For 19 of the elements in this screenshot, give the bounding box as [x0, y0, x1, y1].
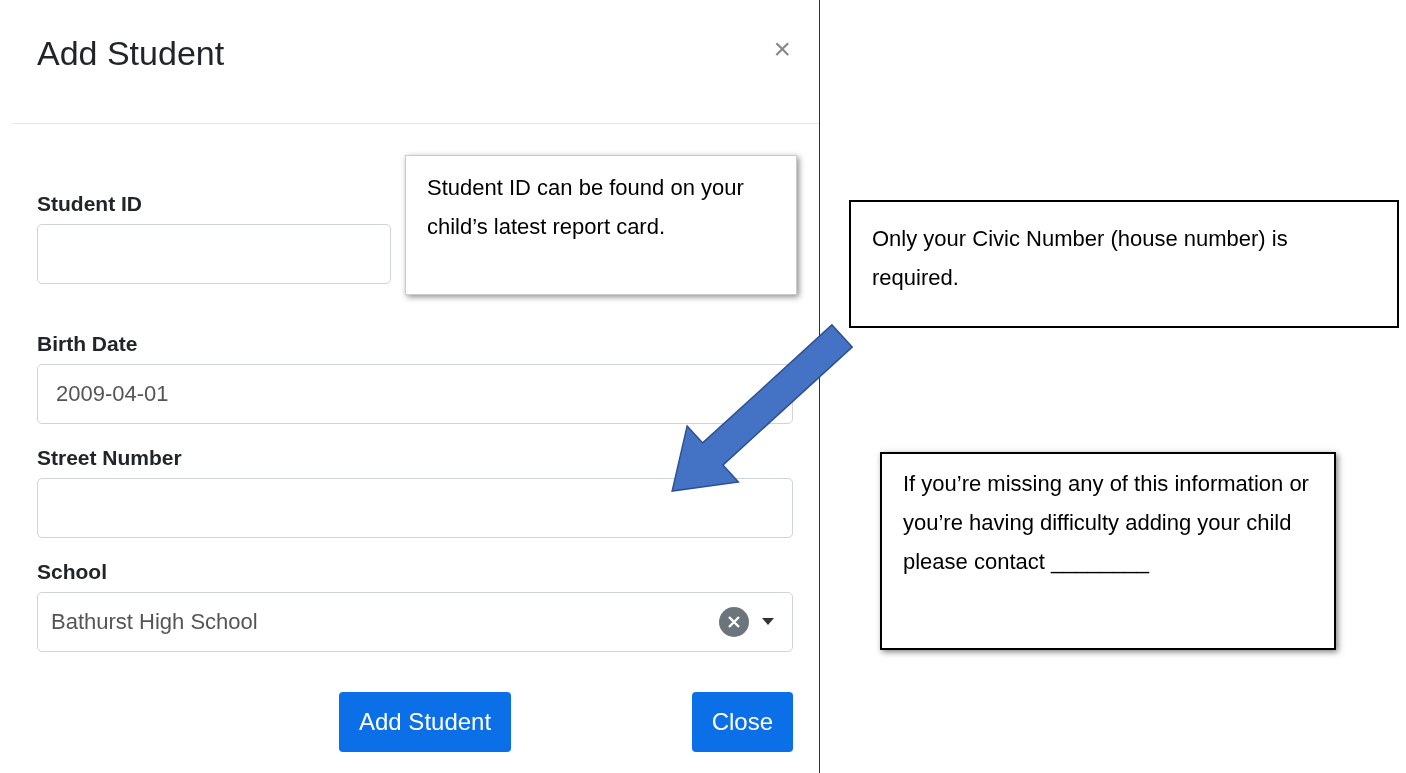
modal-title: Add Student: [37, 34, 225, 73]
text-field[interactable]: 2009-04-01: [37, 364, 793, 424]
modal-button[interactable]: Close: [691, 692, 793, 752]
callout-note: Only your Civic Number (house number) is required.: [849, 200, 1399, 328]
field-label: Birth Date: [37, 332, 139, 356]
text-field[interactable]: [37, 224, 391, 284]
text-field[interactable]: [37, 478, 793, 538]
callout-note: Student ID can be found on your child’s latest report card.: [405, 155, 797, 295]
caret-icon[interactable]: [762, 618, 774, 626]
callout-note: If you’re missing any of this information or you’re having difficulty adding your child please contact ________: [880, 452, 1336, 650]
modal-button[interactable]: Add Student: [339, 692, 512, 752]
clear-icon[interactable]: [718, 606, 750, 638]
arrow-icon: [671, 323, 854, 492]
close-button[interactable]: ×: [773, 34, 791, 64]
field-label: Street Number: [37, 446, 183, 470]
select-value: Bathurst High School: [51, 609, 258, 635]
field-label: School: [37, 560, 108, 584]
school-select[interactable]: Bathurst High School: [37, 592, 793, 652]
field-label: Student ID: [37, 192, 143, 216]
